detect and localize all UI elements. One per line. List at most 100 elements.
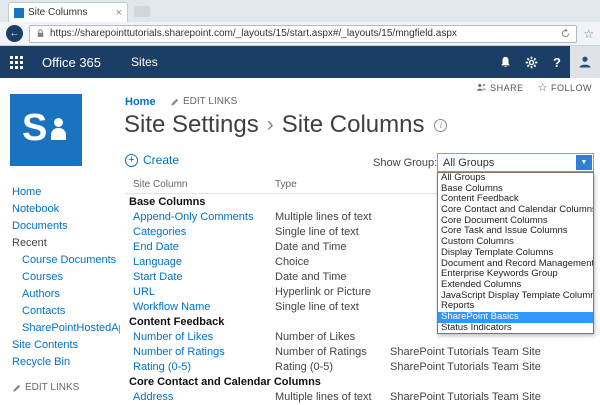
column-type: Rating (0-5) [275,361,334,373]
dropdown-option[interactable]: Status Indicators [438,323,593,334]
dropdown-option[interactable]: JavaScript Display Template Columns [438,291,593,302]
dropdown-option[interactable]: Enterprise Keywords Group [438,269,593,280]
site-logo-letter: S [22,107,48,149]
favorites-star-icon[interactable]: ☆ [583,27,594,41]
edit-links-label: EDIT LINKS [25,382,80,393]
dropdown-option[interactable]: All Groups [438,173,593,184]
sidebar-item-documents[interactable]: Documents [12,218,120,235]
dropdown-option[interactable]: Reports [438,301,593,312]
sidebar-item-courses[interactable]: Courses [12,269,120,286]
sharepoint-favicon [14,7,24,18]
column-type: Choice [275,256,310,268]
sidebar-item-recent: Recent [12,237,47,249]
table-group-header: Core Contact and Calendar Columns [125,375,592,390]
table-row: Address Multiple lines of text SharePoint … [125,390,592,405]
edit-links-label: EDIT LINKS [183,96,238,107]
sidebar-edit-links[interactable]: EDIT LINKS [12,379,120,396]
show-group-label: Show Group: [373,157,438,169]
column-type: Date and Time [275,271,347,283]
dropdown-option[interactable]: Custom Columns [438,237,593,248]
create-button[interactable]: + Create [125,153,179,167]
edit-links-top[interactable]: EDIT LINKS [170,96,237,107]
site-column-link[interactable]: Rating (0-5) [133,360,191,375]
column-type: Number of Likes [275,331,356,343]
header-site-column: Site Column [133,179,188,190]
dropdown-option[interactable]: Extended Columns [438,280,593,291]
sidebar-item-authors[interactable]: Authors [12,286,120,303]
sidebar-item-contacts[interactable]: Contacts [12,303,120,320]
account-icon[interactable] [570,46,600,78]
create-label: Create [143,153,180,167]
info-icon[interactable]: i [434,118,448,132]
site-column-link[interactable]: URL [133,285,155,300]
column-type: Number of Ratings [275,346,367,358]
gear-icon[interactable] [518,46,544,78]
address-bar: ← https://sharepointtutorials.sharepoint… [0,22,600,46]
breadcrumb-home-link[interactable]: Home [125,96,156,108]
group-name: Core Contact and Calendar Columns [129,376,321,388]
table-row: Number of Ratings Number of Ratings ShareP… [125,345,592,360]
title-site-columns: Site Columns [281,111,425,138]
dropdown-option[interactable]: Core Document Columns [438,216,593,227]
site-column-link[interactable]: End Date [133,240,179,255]
tab-title: Site Columns [28,7,88,18]
refresh-icon[interactable] [560,28,571,39]
title-site-settings[interactable]: Site Settings [124,111,259,139]
bell-icon[interactable] [492,46,518,78]
logo-person-icon [54,118,63,127]
browser-tab-bar: Site Columns × [0,0,600,22]
site-column-link[interactable]: Start Date [133,270,183,285]
share-icon [477,83,487,91]
tab-close-icon[interactable]: × [116,7,122,18]
header-type: Type [275,179,297,190]
group-name: Content Feedback [129,316,225,328]
site-column-link[interactable]: Append-Only Comments [133,210,253,225]
dropdown-option[interactable]: Display Template Columns [438,248,593,259]
site-logo[interactable]: S [10,94,82,166]
show-group-dropdown-list: All Groups Base Columns Content Feedback Co… [437,172,594,335]
follow-button[interactable]: ☆ FOLLOW [538,81,592,94]
site-column-link[interactable]: Number of Ratings [133,345,225,360]
show-group-select[interactable]: All Groups ▼ [437,153,594,172]
column-type: Hyperlink or Picture [275,286,371,298]
dropdown-option[interactable]: Base Columns [438,184,593,195]
url-field[interactable]: https://sharepointtutorials.sharepoint.c… [29,24,578,43]
sidebar-item-notebook[interactable]: Notebook [12,201,120,218]
sidebar-item-sharepointhostedapp[interactable]: SharePointHostedApp [12,320,120,337]
browser-tab[interactable]: Site Columns × [8,2,128,22]
column-type: Single line of text [275,301,359,313]
suite-bar: Office 365 Sites ? [0,46,600,78]
column-type: Date and Time [275,241,347,253]
page: SHARE ☆ FOLLOW S Home EDIT LINKS Site Se… [0,78,600,405]
column-source: SharePoint Tutorials Team Site [390,346,541,358]
page-action-bar: SHARE ☆ FOLLOW [476,81,592,94]
sidebar-item-site-contents[interactable]: Site Contents [12,337,120,354]
sidebar-item-home[interactable]: Home [12,184,120,201]
follow-label: FOLLOW [550,82,592,93]
site-column-link[interactable]: Categories [133,225,186,240]
group-name: Base Columns [129,196,206,208]
help-icon[interactable]: ? [544,46,570,78]
app-launcher-icon[interactable] [0,46,32,78]
sidebar-item-course-documents[interactable]: Course Documents [12,252,120,269]
site-column-link[interactable]: Address [133,390,173,405]
share-button[interactable]: SHARE [476,82,524,93]
site-column-link[interactable]: Workflow Name [133,300,210,315]
pencil-icon [12,383,22,393]
chevron-down-icon[interactable]: ▼ [576,155,592,170]
dropdown-option[interactable]: Core Task and Issue Columns [438,226,593,237]
lock-icon [37,29,44,37]
dropdown-option[interactable]: Core Contact and Calendar Columns [438,205,593,216]
dropdown-option[interactable]: Document and Record Management Columns [438,259,593,270]
title-separator: › [266,113,274,136]
dropdown-option[interactable]: Content Feedback [438,194,593,205]
office-365-brand[interactable]: Office 365 [42,55,101,70]
dropdown-option[interactable]: SharePoint Basics [438,311,593,323]
new-tab-button[interactable] [134,6,150,17]
pencil-icon [171,98,179,106]
site-column-link[interactable]: Number of Likes [133,330,213,345]
site-column-link[interactable]: Language [133,255,182,270]
sidebar-item-recycle-bin[interactable]: Recycle Bin [12,354,120,371]
suite-nav-sites[interactable]: Sites [131,55,158,69]
back-icon[interactable]: ← [6,25,23,42]
